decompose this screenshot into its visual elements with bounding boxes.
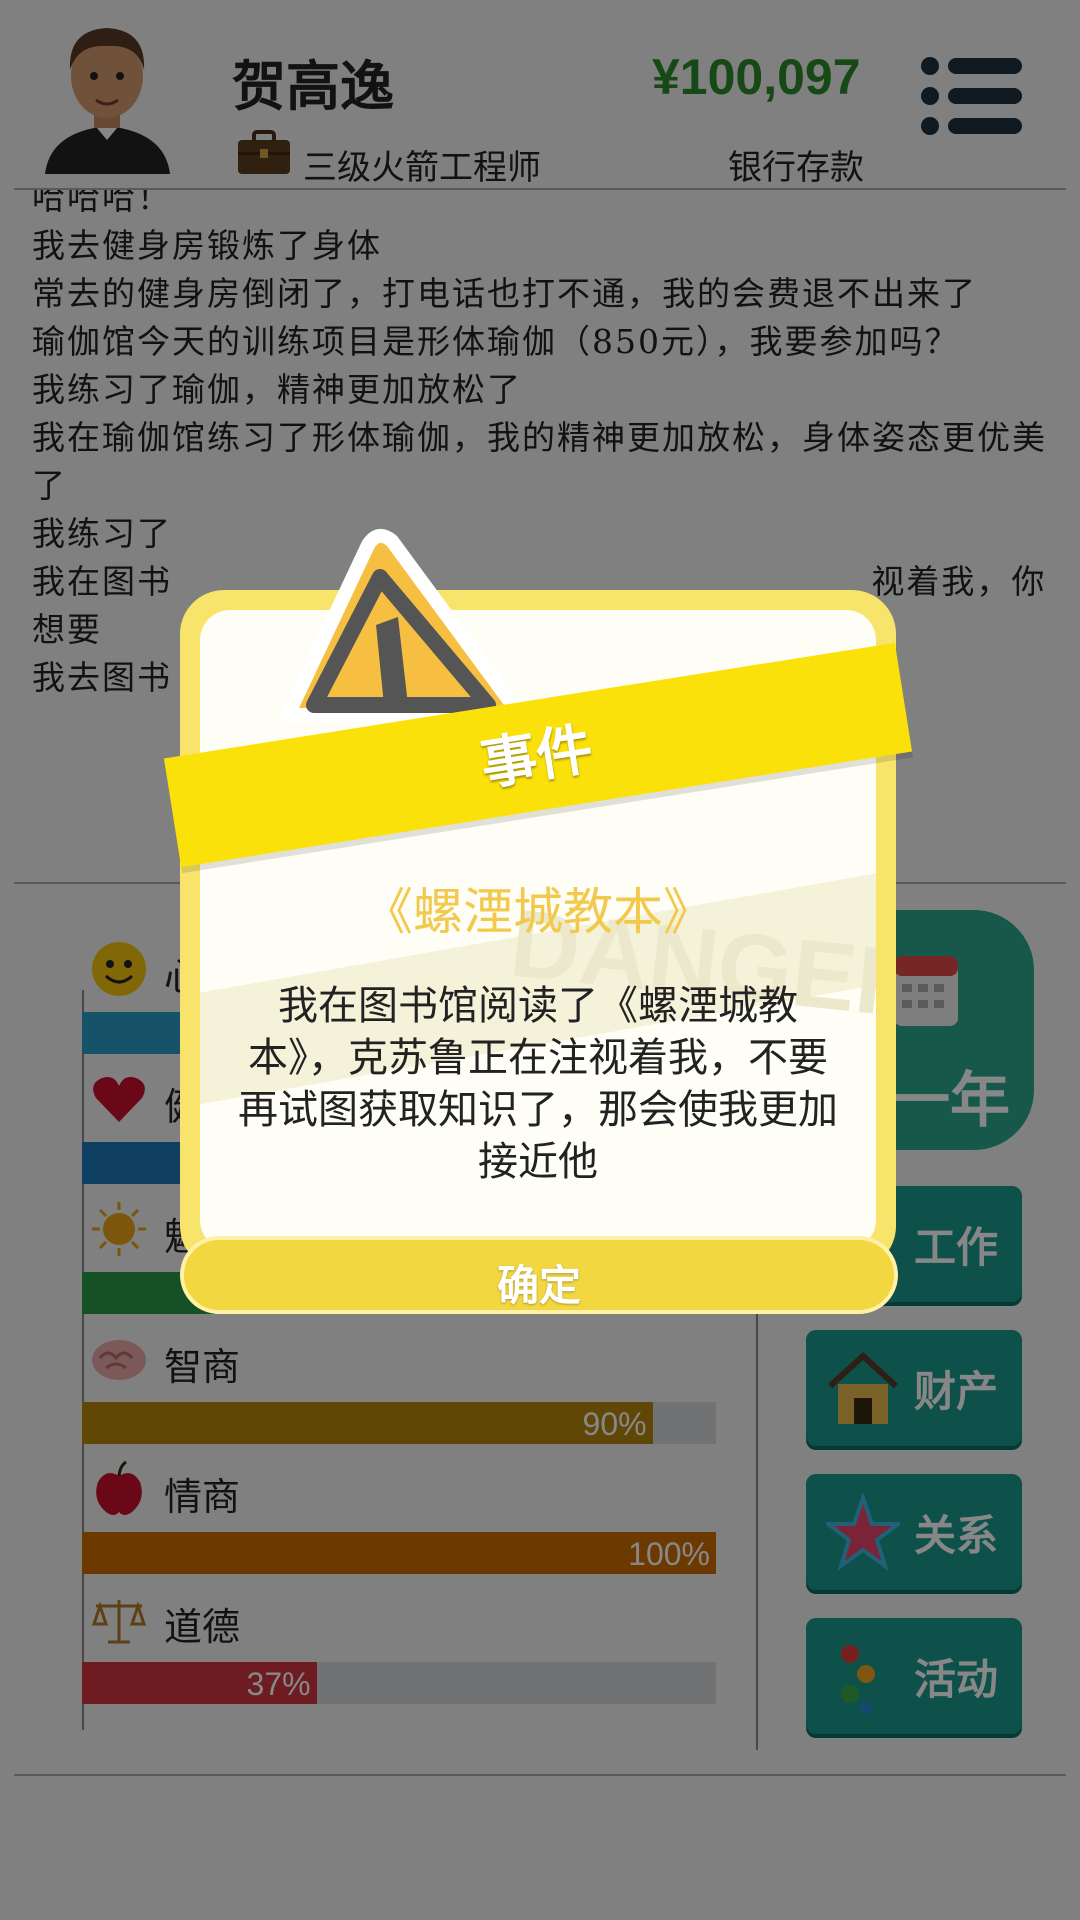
confirm-label: 确定: [496, 1261, 581, 1310]
event-ribbon-label: 事件: [476, 716, 598, 799]
confirm-button[interactable]: 确定: [180, 1236, 898, 1314]
event-body: 我在图书馆阅读了《螺湮城教本》，克苏鲁正在注视着我，不要再试图获取知识了，那会使…: [238, 983, 838, 1185]
warning-icon: [281, 528, 527, 722]
event-title: 《螺湮城教本》: [363, 883, 713, 941]
